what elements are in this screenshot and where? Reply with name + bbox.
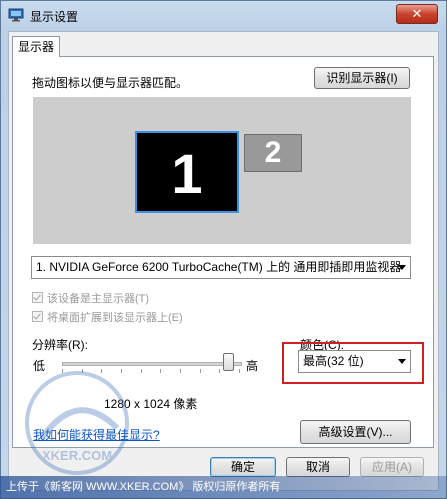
- ok-button[interactable]: 确定: [210, 457, 276, 477]
- resolution-high-label: 高: [246, 359, 259, 373]
- watermark-banner: 上传于《新客网 WWW.XKER.COM》 版权归原作者所有: [0, 476, 447, 499]
- identify-monitors-button[interactable]: 识别显示器(I): [314, 67, 410, 89]
- display-device-select[interactable]: 1. NVIDIA GeForce 6200 TurboCache(TM) 上的…: [31, 256, 411, 279]
- display-settings-icon: [8, 8, 24, 22]
- arrange-instruction: 拖动图标以便与显示器匹配。: [32, 76, 189, 90]
- advanced-settings-button[interactable]: 高级设置(V)...: [300, 420, 411, 444]
- highlight-annotation: [282, 342, 424, 384]
- cancel-button[interactable]: 取消: [286, 457, 350, 477]
- checkbox-icon: [32, 311, 43, 322]
- monitor-1-number: 1: [171, 142, 203, 205]
- watermark-logo-text: XKER.COM: [42, 448, 112, 463]
- resolution-label: 分辨率(R):: [32, 338, 88, 352]
- extend-desktop-checkbox[interactable]: 将桌面扩展到该显示器上(E): [32, 309, 183, 325]
- display-device-value: 1. NVIDIA GeForce 6200 TurboCache(TM) 上的…: [36, 260, 402, 274]
- apply-button[interactable]: 应用(A): [360, 457, 424, 477]
- checkbox-icon: [32, 292, 43, 303]
- resolution-slider-track[interactable]: [62, 362, 242, 366]
- resolution-slider-thumb[interactable]: [223, 353, 234, 371]
- window-title: 显示设置: [30, 10, 79, 24]
- extend-desktop-label: 将桌面扩展到该显示器上(E): [47, 312, 183, 324]
- watermark-logo: XKER.COM: [25, 371, 129, 475]
- monitor-1-icon[interactable]: 1: [135, 131, 239, 213]
- primary-monitor-label: 该设备是主显示器(T): [47, 293, 150, 305]
- close-button[interactable]: ✕: [396, 4, 438, 24]
- chevron-down-icon: [398, 265, 406, 270]
- tab-display[interactable]: 显示器: [12, 36, 60, 57]
- monitor-2-icon[interactable]: 2: [244, 134, 302, 172]
- monitor-2-number: 2: [264, 136, 282, 169]
- title-bar[interactable]: 显示设置 ✕: [1, 1, 446, 29]
- primary-monitor-checkbox[interactable]: 该设备是主显示器(T): [32, 290, 149, 306]
